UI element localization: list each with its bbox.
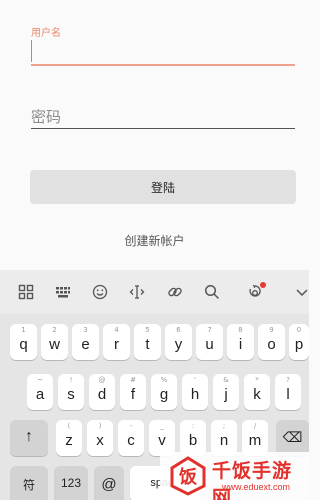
at-key[interactable]: @	[94, 466, 124, 500]
key-j[interactable]: & j	[213, 374, 239, 410]
key-m[interactable]: / m	[242, 420, 268, 456]
numeric-key[interactable]: 123	[54, 466, 88, 500]
watermark-url: www.eduext.com	[222, 482, 291, 492]
key-e[interactable]: 3e	[72, 324, 99, 360]
key-d[interactable]: @ d	[89, 374, 115, 410]
watermark: 饭 千饭手游网 www.eduext.com	[160, 452, 309, 500]
key-v[interactable]: _ v	[149, 420, 175, 456]
key-l[interactable]: ? l	[275, 374, 301, 410]
key-h[interactable]: ' h	[182, 374, 208, 410]
password-input[interactable]: 密码	[31, 106, 61, 127]
watermark-title: 千饭手游网	[212, 460, 293, 500]
link-icon[interactable]	[166, 283, 184, 301]
key-c[interactable]: -c	[118, 420, 144, 456]
key-z[interactable]: (z	[56, 420, 82, 456]
create-account-link[interactable]: 创建新帐户	[0, 232, 309, 249]
key-o[interactable]: 9o	[258, 324, 285, 360]
login-button[interactable]: 登陆	[30, 170, 296, 204]
emoji-icon[interactable]	[91, 283, 109, 301]
backspace-key[interactable]: ⌫	[276, 420, 309, 456]
password-underline	[31, 128, 295, 129]
chevron-down-icon[interactable]	[293, 283, 311, 301]
keyboard-toolbar	[0, 270, 309, 314]
key-f[interactable]: # f	[120, 374, 146, 410]
key-n[interactable]: ; n	[211, 420, 237, 456]
shift-key[interactable]: ↑	[10, 420, 48, 456]
key-r[interactable]: 4r	[103, 324, 130, 360]
key-k[interactable]: * k	[244, 374, 270, 410]
key-t[interactable]: 5t	[134, 324, 161, 360]
svg-text:饭: 饭	[178, 466, 197, 488]
key-q[interactable]: 1q	[10, 324, 37, 360]
symbol-key[interactable]: 符	[10, 466, 48, 500]
key-u[interactable]: 7u	[196, 324, 223, 360]
key-g[interactable]: % g	[151, 374, 177, 410]
grid-icon[interactable]	[17, 283, 35, 301]
username-label: 用户名	[31, 28, 61, 39]
key-a[interactable]: ~ a	[27, 374, 53, 410]
notification-dot	[260, 282, 266, 288]
keyboard-icon[interactable]	[54, 283, 72, 301]
username-input[interactable]	[31, 64, 295, 66]
watermark-logo: 饭	[170, 456, 206, 496]
login-form: 用户名 密码 登陆 创建新帐户	[0, 0, 309, 270]
key-x[interactable]: ) x	[87, 420, 113, 456]
key-i[interactable]: 8i	[227, 324, 254, 360]
key-b[interactable]: :b	[180, 420, 206, 456]
search-icon[interactable]	[203, 283, 221, 301]
text-cursor	[31, 40, 32, 62]
text-cursor-icon[interactable]	[128, 283, 146, 301]
key-w[interactable]: 2w	[41, 324, 68, 360]
key-y[interactable]: 6y	[165, 324, 192, 360]
key-s[interactable]: ! s	[58, 374, 84, 410]
key-p[interactable]: 0p	[289, 324, 309, 360]
